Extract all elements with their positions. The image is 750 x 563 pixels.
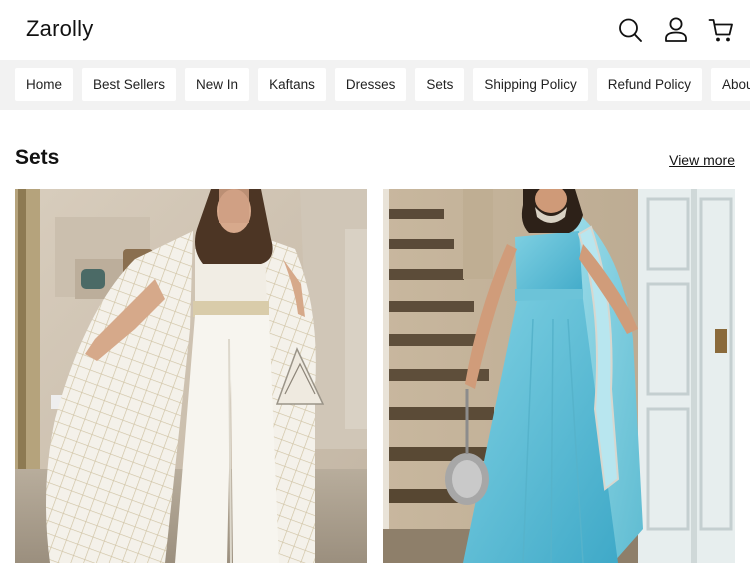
nav-item-new-in[interactable]: New In: [185, 68, 250, 101]
view-more-link[interactable]: View more: [669, 152, 735, 168]
nav-item-home[interactable]: Home: [15, 68, 74, 101]
nav-item-shipping-policy[interactable]: Shipping Policy: [473, 68, 588, 101]
product-image: [383, 189, 735, 563]
section-title: Sets: [15, 146, 60, 169]
nav-item-dresses[interactable]: Dresses: [334, 68, 407, 101]
nav-item-refund-policy[interactable]: Refund Policy: [596, 68, 702, 101]
search-icon[interactable]: [617, 16, 643, 44]
nav-item-best-sellers[interactable]: Best Sellers: [82, 68, 177, 101]
cart-icon[interactable]: [708, 16, 734, 44]
account-icon[interactable]: [663, 16, 689, 44]
nav-item-kaftans[interactable]: Kaftans: [258, 68, 326, 101]
site-logo[interactable]: Zarolly: [26, 16, 93, 42]
product-card[interactable]: [383, 189, 735, 563]
nav-track: Home Best Sellers New In Kaftans Dresses Sets…: [15, 68, 750, 101]
nav-item-about[interactable]: About: [711, 68, 750, 101]
site-header: Zarolly: [0, 0, 750, 60]
nav-item-sets[interactable]: Sets: [415, 68, 465, 101]
product-card[interactable]: [15, 189, 367, 563]
main-navigation: Home Best Sellers New In Kaftans Dresses Sets…: [0, 60, 750, 110]
product-image: [15, 189, 367, 563]
